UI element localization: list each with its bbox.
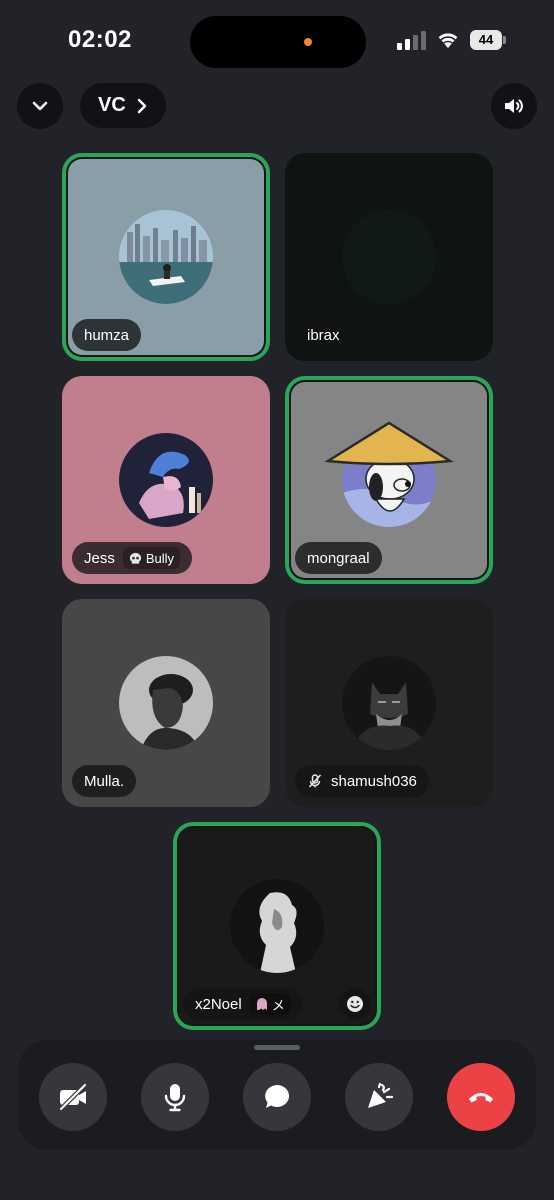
name-tag: ibrax <box>295 319 352 351</box>
microphone-button[interactable] <box>141 1063 209 1131</box>
avatar <box>119 433 213 527</box>
user-badge: メ <box>249 993 291 1015</box>
participant-name: x2Noel <box>195 995 242 1013</box>
smiley-icon <box>347 996 363 1012</box>
participant-tile-jess[interactable]: Jess Bully <box>62 376 270 584</box>
name-tag: humza <box>72 319 142 351</box>
name-tag: shamush036 <box>295 765 429 797</box>
wifi-icon <box>438 33 458 48</box>
avatar <box>230 879 324 973</box>
activities-icon <box>368 1082 394 1108</box>
skull-icon <box>129 552 141 564</box>
cellular-signal-icon <box>397 31 426 50</box>
speaker-icon <box>505 99 523 113</box>
participant-name: Mulla. <box>84 772 125 790</box>
end-call-button[interactable] <box>447 1063 515 1131</box>
channel-name-button[interactable]: VC <box>80 83 166 128</box>
participant-tile-mulla[interactable]: Mulla. <box>62 599 270 807</box>
participant-tile-mongraal[interactable]: mongraal <box>285 376 493 584</box>
end-call-icon <box>469 1093 493 1103</box>
user-badge: Bully <box>122 547 181 569</box>
badge-text: メ <box>271 997 285 1013</box>
chevron-right-icon <box>137 98 146 113</box>
participant-tile-shamush036[interactable]: shamush036 <box>285 599 493 807</box>
participant-name: Jess <box>84 549 115 567</box>
activities-button[interactable] <box>345 1063 413 1131</box>
status-time: 02:02 <box>68 26 132 53</box>
camera-off-icon <box>59 1083 87 1111</box>
name-tag: x2Noel メ <box>183 988 303 1020</box>
drag-handle[interactable] <box>254 1045 300 1050</box>
battery-level: 44 <box>470 30 502 50</box>
participant-tile-ibrax[interactable]: ibrax <box>285 153 493 361</box>
camera-toggle-button[interactable] <box>39 1063 107 1131</box>
muted-microphone-icon <box>308 774 322 788</box>
participant-tile-humza[interactable]: humza <box>62 153 270 361</box>
avatar <box>342 210 436 304</box>
participant-name: mongraal <box>307 549 370 567</box>
name-tag: mongraal <box>295 542 382 574</box>
avatar <box>119 656 213 750</box>
participant-name: shamush036 <box>331 772 417 790</box>
participant-name: humza <box>84 326 130 344</box>
chat-button[interactable] <box>243 1063 311 1131</box>
dynamic-island <box>190 16 366 68</box>
privacy-indicator-dot <box>304 38 312 46</box>
name-tag: Mulla. <box>72 765 137 797</box>
microphone-icon <box>164 1084 186 1112</box>
badge-text: Bully <box>145 550 175 566</box>
avatar <box>324 421 454 527</box>
chevron-down-icon <box>32 101 48 111</box>
reaction-button[interactable] <box>339 988 371 1020</box>
ghost-icon <box>256 997 267 1010</box>
name-tag: Jess Bully <box>72 542 193 574</box>
collapse-button[interactable] <box>17 83 63 129</box>
participant-name: ibrax <box>307 326 340 344</box>
participant-tile-x2noel[interactable]: x2Noel メ <box>173 822 381 1030</box>
avatar <box>119 210 213 304</box>
chat-icon <box>265 1084 290 1108</box>
avatar <box>342 656 436 750</box>
speaker-button[interactable] <box>491 83 537 129</box>
channel-name: VC <box>98 94 126 116</box>
battery-icon: 44 <box>470 30 506 50</box>
